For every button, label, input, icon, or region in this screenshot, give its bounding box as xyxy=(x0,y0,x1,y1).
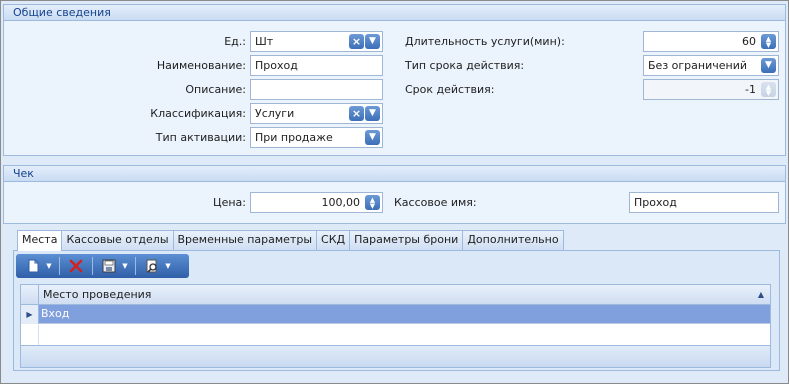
description-label: Описание: xyxy=(185,83,246,96)
chevron-down-icon[interactable]: ▼ xyxy=(761,58,776,73)
clear-icon[interactable]: × xyxy=(349,34,364,49)
duration-value: 60 xyxy=(742,35,756,48)
check-section-header: Чек xyxy=(3,165,786,182)
duration-label: Длительность услуги(мин): xyxy=(405,35,565,48)
tab-panel-places: ▼ ▼ ▼ Место проведения ▲ ▶ Вход xyxy=(13,250,780,371)
check-section: Цена: 100,00 ▲ ▼ Кассовое имя: Проход xyxy=(3,182,786,224)
description-field[interactable] xyxy=(250,79,383,100)
save-icon[interactable] xyxy=(98,256,120,276)
classification-field[interactable]: Услуги × ▼ xyxy=(250,103,383,124)
validity-type-value: Без ограничений xyxy=(648,59,747,72)
new-row-area[interactable] xyxy=(21,325,770,345)
validity-label: Срок действия: xyxy=(405,83,495,96)
tab-additional[interactable]: Дополнительно xyxy=(462,230,564,250)
chevron-down-icon[interactable]: ▼ xyxy=(365,106,380,121)
chevron-down-icon[interactable]: ▼ xyxy=(120,262,130,270)
unit-value: Шт xyxy=(255,35,274,48)
name-label: Наименование: xyxy=(156,59,246,72)
chevron-down-icon[interactable]: ▼ xyxy=(44,262,54,270)
tab-strip: Места Кассовые отделы Временные параметр… xyxy=(17,230,564,251)
price-value: 100,00 xyxy=(321,196,361,209)
places-grid: Место проведения ▲ ▶ Вход xyxy=(20,284,771,368)
validity-type-select[interactable]: Без ограничений ▼ xyxy=(643,55,779,76)
column-header-place[interactable]: Место проведения xyxy=(43,285,151,304)
toolbar: ▼ ▼ ▼ xyxy=(16,254,189,278)
row-indicator xyxy=(21,325,39,345)
header-indicator xyxy=(21,285,39,304)
chevron-down-icon[interactable]: ▼ xyxy=(365,34,380,49)
validity-value: -1 xyxy=(745,83,756,96)
tab-booking-parameters[interactable]: Параметры брони xyxy=(349,230,464,250)
delete-icon[interactable] xyxy=(65,256,87,276)
toolbar-separator xyxy=(92,257,93,275)
activation-type-value: При продаже xyxy=(255,131,333,144)
row-pointer-icon: ▶ xyxy=(21,305,39,324)
window: Общие сведения Ед.: Шт × ▼ Наименование:… xyxy=(0,0,789,384)
table-row[interactable]: ▶ Вход xyxy=(21,305,770,324)
tab-places[interactable]: Места xyxy=(17,230,63,251)
grid-footer xyxy=(21,345,770,367)
tab-access-control[interactable]: СКД xyxy=(316,230,351,250)
validity-field: -1 ▲ ▼ xyxy=(643,79,779,100)
toolbar-separator xyxy=(135,257,136,275)
sort-ascending-icon[interactable]: ▲ xyxy=(758,285,764,304)
new-document-icon[interactable] xyxy=(22,256,44,276)
spin-icon[interactable]: ▲ ▼ xyxy=(761,34,776,49)
clear-icon[interactable]: × xyxy=(349,106,364,121)
unit-label: Ед.: xyxy=(224,35,246,48)
activation-type-select[interactable]: При продаже ▼ xyxy=(250,127,383,148)
validity-type-label: Тип срока действия: xyxy=(405,59,525,72)
unit-field[interactable]: Шт × ▼ xyxy=(250,31,383,52)
toolbar-separator xyxy=(59,257,60,275)
duration-field[interactable]: 60 ▲ ▼ xyxy=(643,31,779,52)
table-cell[interactable]: Вход xyxy=(41,305,69,323)
tab-time-parameters[interactable]: Временные параметры xyxy=(172,230,318,250)
activation-type-label: Тип активации: xyxy=(155,131,246,144)
price-field[interactable]: 100,00 ▲ ▼ xyxy=(250,192,383,213)
tab-cash-departments[interactable]: Кассовые отделы xyxy=(61,230,174,250)
spin-icon[interactable]: ▲ ▼ xyxy=(365,195,380,210)
spin-icon: ▲ ▼ xyxy=(761,82,776,97)
classification-value: Услуги xyxy=(255,107,295,120)
classification-label: Классификация: xyxy=(150,107,246,120)
chevron-down-icon[interactable]: ▼ xyxy=(163,262,173,270)
grid-header: Место проведения ▲ xyxy=(21,285,770,305)
cash-name-field[interactable]: Проход xyxy=(629,192,779,213)
search-icon[interactable] xyxy=(141,256,163,276)
name-field[interactable]: Проход xyxy=(250,55,383,76)
cash-name-label: Кассовое имя: xyxy=(394,196,477,209)
general-section: Ед.: Шт × ▼ Наименование: Проход Описани… xyxy=(3,21,786,156)
chevron-down-icon[interactable]: ▼ xyxy=(365,130,380,145)
general-section-header: Общие сведения xyxy=(3,4,786,21)
price-label: Цена: xyxy=(213,196,246,209)
